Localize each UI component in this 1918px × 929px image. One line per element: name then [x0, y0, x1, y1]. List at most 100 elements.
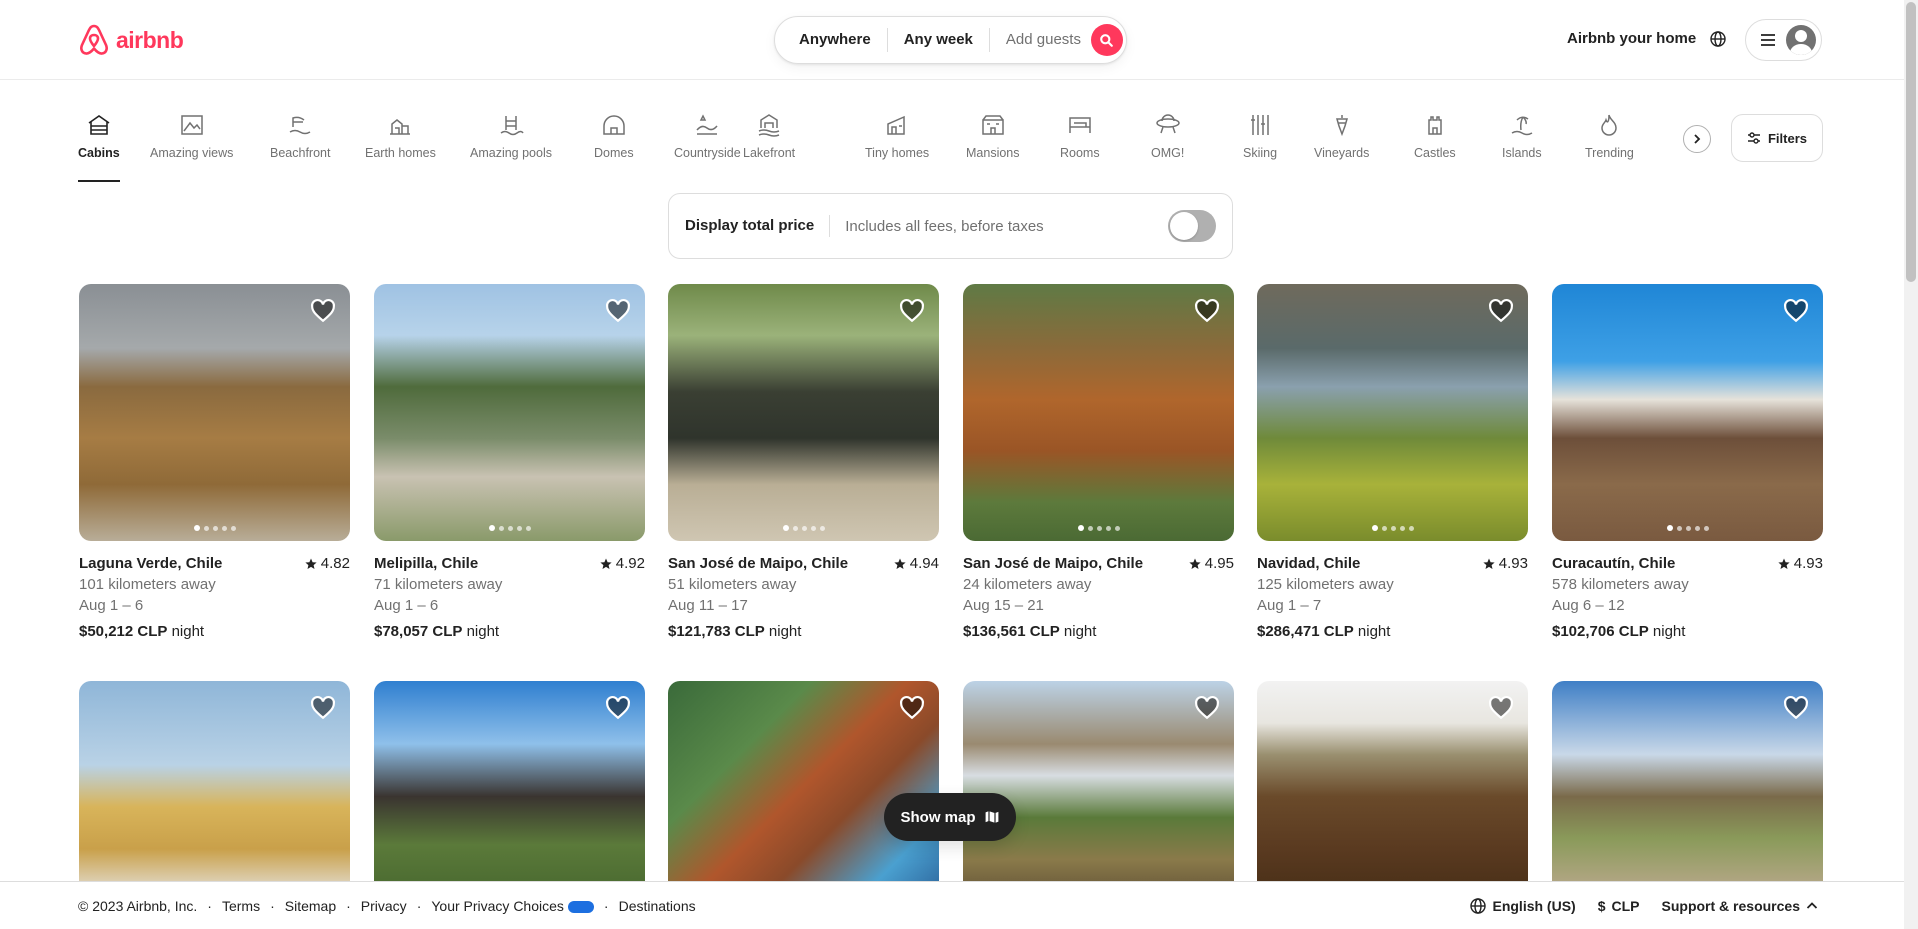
listing-photo[interactable]	[963, 284, 1234, 541]
footer-link-destinations[interactable]: Destinations	[619, 898, 696, 914]
show-map-label: Show map	[900, 808, 976, 826]
heart-icon[interactable]	[605, 695, 631, 721]
listing-location: Melipilla, Chile	[374, 555, 479, 572]
footer-link-terms[interactable]: Terms	[222, 898, 260, 914]
heart-icon[interactable]	[1783, 695, 1809, 721]
listing-photo[interactable]	[668, 284, 939, 541]
search-any-week-button[interactable]: Any week	[888, 28, 990, 52]
category-trending[interactable]: Trending	[1585, 112, 1634, 160]
category-omg[interactable]: OMG!	[1151, 112, 1184, 160]
category-label: Castles	[1414, 146, 1456, 160]
airbnb-logo[interactable]: airbnb	[78, 23, 184, 57]
search-anywhere-button[interactable]: Anywhere	[775, 28, 888, 52]
listing-card[interactable]	[1257, 681, 1528, 891]
listing-photo[interactable]	[668, 681, 939, 891]
star-icon	[305, 558, 317, 569]
privacy-choices-icon	[567, 900, 594, 913]
category-cabins[interactable]: Cabins	[78, 112, 120, 182]
language-button[interactable]	[1707, 28, 1729, 50]
listing-price: $121,783 CLP night	[668, 623, 802, 640]
category-mansions[interactable]: Mansions	[966, 112, 1020, 160]
category-skiing[interactable]: Skiing	[1243, 112, 1277, 160]
category-amazing-views[interactable]: Amazing views	[150, 112, 233, 160]
search-bar[interactable]: Anywhere Any week Add guests	[774, 16, 1127, 64]
listing-card[interactable]: San José de Maipo, Chile 4.95 24 kilomete…	[963, 284, 1234, 642]
footer-currency-button[interactable]: $ CLP	[1598, 898, 1640, 914]
heart-icon[interactable]	[1488, 298, 1514, 324]
category-rooms[interactable]: Rooms	[1060, 112, 1100, 160]
category-amazing-pools[interactable]: Amazing pools	[470, 112, 552, 160]
listing-photo[interactable]	[374, 284, 645, 541]
heart-icon[interactable]	[310, 695, 336, 721]
listing-card[interactable]: Melipilla, Chile 4.92 71 kilometers away …	[374, 284, 645, 642]
listing-photo[interactable]	[79, 681, 350, 891]
listing-photo[interactable]	[374, 681, 645, 891]
listing-photo[interactable]	[1257, 681, 1528, 891]
listing-photo[interactable]	[1257, 284, 1528, 541]
photo-carousel-dots	[488, 525, 531, 531]
category-tiny-homes[interactable]: Tiny homes	[865, 112, 929, 160]
listing-photo[interactable]	[1552, 284, 1823, 541]
heart-icon[interactable]	[1488, 695, 1514, 721]
airbnb-your-home-link[interactable]: Airbnb your home	[1567, 30, 1696, 47]
category-islands[interactable]: Islands	[1502, 112, 1542, 160]
category-countryside[interactable]: Countryside	[674, 112, 741, 160]
heart-icon[interactable]	[310, 298, 336, 324]
category-castles[interactable]: Castles	[1414, 112, 1456, 160]
heart-icon[interactable]	[899, 298, 925, 324]
listing-distance: 101 kilometers away	[79, 576, 216, 593]
footer-link-privacy[interactable]: Privacy	[361, 898, 407, 914]
footer-support-button[interactable]: Support & resources	[1662, 898, 1818, 914]
listing-location: San José de Maipo, Chile	[668, 555, 849, 572]
lake-icon	[758, 114, 780, 137]
listing-location: Curacautín, Chile	[1552, 555, 1676, 572]
category-lakefront[interactable]: Lakefront	[743, 112, 795, 160]
category-label: Beachfront	[270, 146, 331, 160]
listing-card[interactable]	[79, 681, 350, 891]
chevron-right-icon	[1694, 134, 1701, 144]
heart-icon[interactable]	[899, 695, 925, 721]
category-domes[interactable]: Domes	[594, 112, 634, 160]
view-icon	[180, 115, 203, 135]
listing-price: $78,057 CLP night	[374, 623, 500, 640]
heart-icon[interactable]	[605, 298, 631, 324]
category-vineyards[interactable]: Vineyards	[1314, 112, 1369, 160]
heart-icon[interactable]	[1194, 695, 1220, 721]
listing-card[interactable]	[963, 681, 1234, 891]
listing-dates: Aug 15 – 21	[963, 597, 1044, 614]
listing-card[interactable]: Curacautín, Chile 4.93 578 kilometers awa…	[1552, 284, 1823, 642]
show-map-button[interactable]: Show map	[884, 793, 1016, 841]
footer-link-privacy-choices[interactable]: Your Privacy Choices	[431, 898, 594, 914]
total-price-toggle[interactable]	[1168, 210, 1216, 242]
scrollbar-thumb[interactable]	[1906, 2, 1916, 282]
search-add-guests-button[interactable]: Add guests	[990, 28, 1089, 52]
listing-price: $50,212 CLP night	[79, 623, 205, 640]
listing-location: San José de Maipo, Chile	[963, 555, 1144, 572]
page-scrollbar[interactable]	[1904, 0, 1918, 929]
search-icon	[1100, 33, 1114, 47]
footer-language-button[interactable]: English (US)	[1470, 898, 1576, 914]
listing-card[interactable]	[374, 681, 645, 891]
listing-card[interactable]	[1552, 681, 1823, 891]
category-beachfront[interactable]: Beachfront	[270, 112, 330, 160]
search-button[interactable]	[1090, 24, 1123, 56]
category-label: Skiing	[1243, 146, 1278, 160]
filters-button[interactable]: Filters	[1731, 114, 1823, 162]
listing-card[interactable]: Navidad, Chile 4.93 125 kilometers away A…	[1257, 284, 1528, 642]
chevron-up-icon	[1806, 901, 1818, 909]
listing-photo[interactable]	[963, 681, 1234, 891]
star-icon	[600, 558, 612, 569]
heart-icon[interactable]	[1194, 298, 1220, 324]
category-scroll-next-button[interactable]	[1683, 125, 1711, 153]
heart-icon[interactable]	[1783, 298, 1809, 324]
category-label: Amazing pools	[470, 146, 552, 160]
listing-card[interactable]: San José de Maipo, Chile 4.94 51 kilomete…	[668, 284, 939, 642]
listing-photo[interactable]	[1552, 681, 1823, 891]
listing-card[interactable]: Laguna Verde, Chile 4.82 101 kilometers a…	[79, 284, 350, 642]
user-menu-button[interactable]	[1745, 19, 1822, 61]
listing-card[interactable]	[668, 681, 939, 891]
listing-photo[interactable]	[79, 284, 350, 541]
footer-copyright: © 2023 Airbnb, Inc.	[78, 897, 198, 914]
category-earth-homes[interactable]: Earth homes	[365, 112, 436, 160]
footer-link-sitemap[interactable]: Sitemap	[285, 898, 336, 914]
